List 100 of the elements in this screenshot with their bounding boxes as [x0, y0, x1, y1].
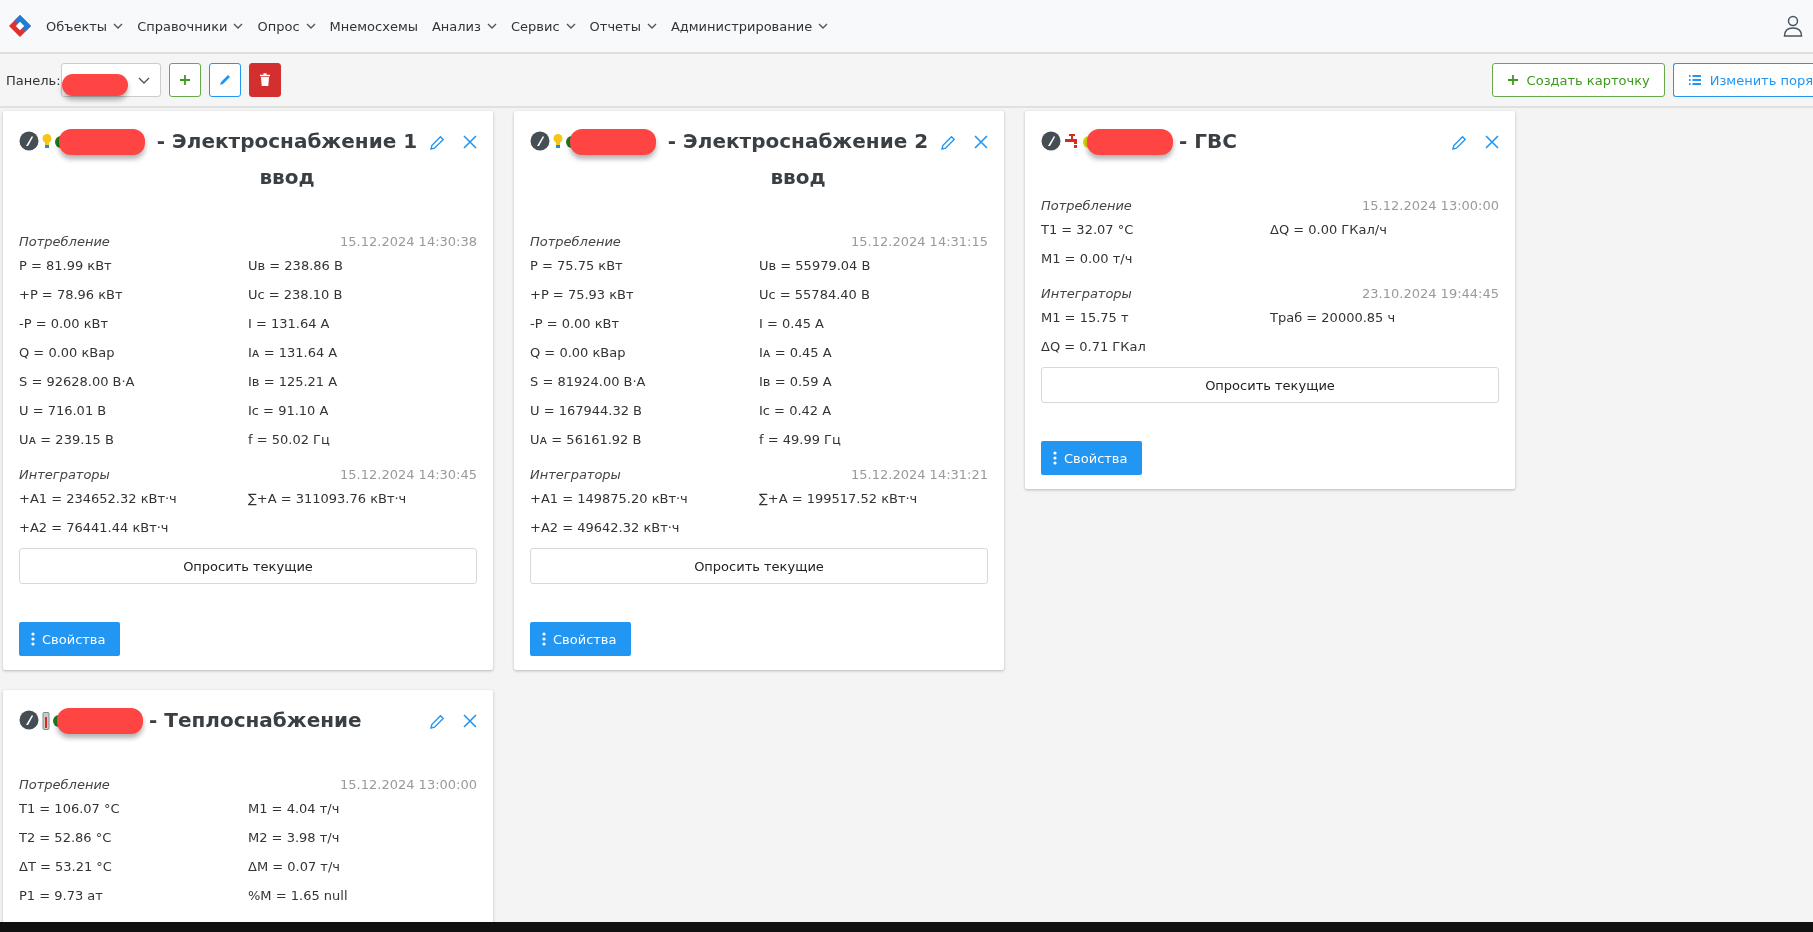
measurement-value: P = 75.75 кВт [530, 257, 624, 275]
card-title: - ГВС [1178, 128, 1238, 155]
chevron-down-icon[interactable] [233, 23, 244, 29]
timestamp: 15.12.2024 14:31:21 [851, 466, 988, 484]
close-icon[interactable] [1485, 135, 1499, 149]
measurement-value: S = 92628.00 В·А [19, 373, 136, 391]
measurement-value: Iᴀ = 0.45 А [759, 344, 833, 362]
panel-select[interactable] [60, 63, 161, 97]
measurement-value: Iᴀ = 131.64 А [248, 344, 339, 362]
card-title: - Теплоснабжение [148, 707, 363, 734]
close-icon[interactable] [463, 135, 477, 149]
timestamp: 15.12.2024 14:31:15 [851, 233, 988, 251]
chevron-down-icon[interactable] [646, 23, 657, 29]
timestamp: 15.12.2024 13:00:00 [1362, 197, 1499, 215]
measurement-value: %M = 1.65 null [248, 887, 349, 905]
nav-menu-item[interactable]: Сервис [511, 18, 576, 34]
nav-menu-item[interactable]: Анализ [431, 18, 497, 34]
chevron-down-icon[interactable] [565, 23, 576, 29]
nav-menu-item[interactable]: Мнемосхемы [329, 18, 418, 34]
more-vertical-icon [542, 632, 546, 646]
measurement-value: -P = 0.00 кВт [19, 315, 110, 333]
measurement-value: +P = 78.96 кВт [19, 286, 124, 304]
measurement-value: Траб = 20000.85 ч [1270, 309, 1397, 327]
section-label: Интеграторы [1041, 285, 1132, 303]
section-label: Интеграторы [530, 466, 621, 484]
plus-icon [1506, 74, 1519, 86]
timestamp: 15.12.2024 13:00:00 [340, 776, 477, 794]
measurement-value: Ic = 91.10 А [248, 402, 330, 420]
measurement-value: ΔQ = 0.00 ГКал/ч [1270, 221, 1388, 239]
gauge-icon [530, 131, 550, 151]
measurement-value: -P = 0.00 кВт [530, 315, 621, 333]
measurement-value: Iв = 0.59 А [759, 373, 833, 391]
chevron-down-icon[interactable] [487, 23, 497, 29]
plus-icon [178, 74, 191, 86]
delete-button[interactable] [248, 63, 281, 97]
measurement-value: T1 = 32.07 °C [1041, 221, 1135, 239]
nav-menu-item[interactable]: Опрос [257, 18, 316, 34]
measurement-value: Ic = 0.42 А [759, 402, 833, 420]
nav-menu-item[interactable]: Объекты [46, 18, 124, 34]
measurement-value: ΔT = 53.21 °C [19, 858, 113, 876]
measurement-value: ∑+A = 311093.76 кВт·ч [248, 490, 408, 508]
chevron-down-icon[interactable] [137, 76, 150, 84]
measurement-value: +P = 75.93 кВт [530, 286, 635, 304]
panel-label: Панель: [6, 72, 61, 88]
measurement-value: ∑+A = 199517.52 кВт·ч [759, 490, 919, 508]
measurement-value: Uв = 55979.04 В [759, 257, 872, 275]
redaction-mark [61, 74, 128, 96]
measurement-value: P = 81.99 кВт [19, 257, 113, 275]
logo-icon[interactable] [8, 14, 32, 38]
edit-icon[interactable] [429, 714, 445, 730]
card-title: - Электроснабжение 1 ввод [155, 128, 419, 191]
light-bulb-icon [553, 133, 563, 149]
chevron-down-icon[interactable] [818, 23, 829, 29]
timestamp: 23.10.2024 19:44:45 [1362, 285, 1499, 303]
section-label: Потребление [1041, 197, 1132, 215]
faucet-icon [1064, 133, 1080, 149]
measurement-value: T2 = 52.86 °C [19, 829, 113, 847]
measurement-value: Q = 0.00 кВар [530, 344, 627, 362]
measurement-value: ΔM = 0.07 т/ч [248, 858, 341, 876]
measurement-value: Uᴀ = 56161.92 В [530, 431, 643, 449]
measurement-value: U = 167944.32 В [530, 402, 644, 420]
measurement-value: +A1 = 149875.20 кВт·ч [530, 490, 689, 508]
timestamp: 15.12.2024 14:30:45 [340, 466, 477, 484]
timestamp: 15.12.2024 14:30:38 [340, 233, 477, 251]
gauge-icon [19, 710, 39, 730]
edit-button[interactable] [208, 63, 241, 97]
add-button[interactable] [168, 63, 201, 97]
nav-menu-item[interactable]: Администрирование [670, 18, 829, 34]
create-card-button[interactable]: Создать карточку [1491, 63, 1665, 97]
nav-menu-item[interactable]: Отчеты [589, 18, 657, 34]
pencil-icon [217, 73, 232, 87]
section-label: Потребление [19, 233, 110, 251]
edit-icon[interactable] [1451, 135, 1467, 151]
measurement-value: +A2 = 49642.32 кВт·ч [530, 519, 681, 537]
measurement-value: +A2 = 76441.44 кВт·ч [19, 519, 170, 537]
measurement-value: +A1 = 234652.32 кВт·ч [19, 490, 178, 508]
poll-button[interactable]: Опросить текущие [19, 548, 477, 584]
measurement-value: f = 50.02 Гц [248, 431, 331, 449]
measurement-value: T1 = 106.07 °C [19, 800, 121, 818]
light-bulb-icon [42, 133, 52, 149]
list-icon [1687, 74, 1702, 86]
poll-button[interactable]: Опросить текущие [1041, 367, 1499, 403]
close-icon[interactable] [974, 135, 988, 149]
user-icon[interactable] [1783, 15, 1803, 37]
nav-menu-item[interactable]: Справочники [137, 18, 244, 34]
chevron-down-icon[interactable] [305, 23, 316, 29]
more-vertical-icon [31, 632, 35, 646]
measurement-value: f = 49.99 Гц [759, 431, 842, 449]
measurement-value: P1 = 9.73 ат [19, 887, 104, 905]
card-title: - Электроснабжение 2 ввод [666, 128, 930, 191]
edit-icon[interactable] [429, 135, 445, 151]
chevron-down-icon[interactable] [113, 23, 124, 29]
poll-button[interactable]: Опросить текущие [530, 548, 988, 584]
measurement-value: Uв = 238.86 В [248, 257, 344, 275]
measurement-value: I = 131.64 А [248, 315, 331, 333]
close-icon[interactable] [463, 714, 477, 728]
edit-icon[interactable] [940, 135, 956, 151]
more-vertical-icon [1053, 451, 1057, 465]
measurement-value: ΔQ = 0.71 ГКал [1041, 338, 1147, 356]
measurement-value: I = 0.45 А [759, 315, 825, 333]
